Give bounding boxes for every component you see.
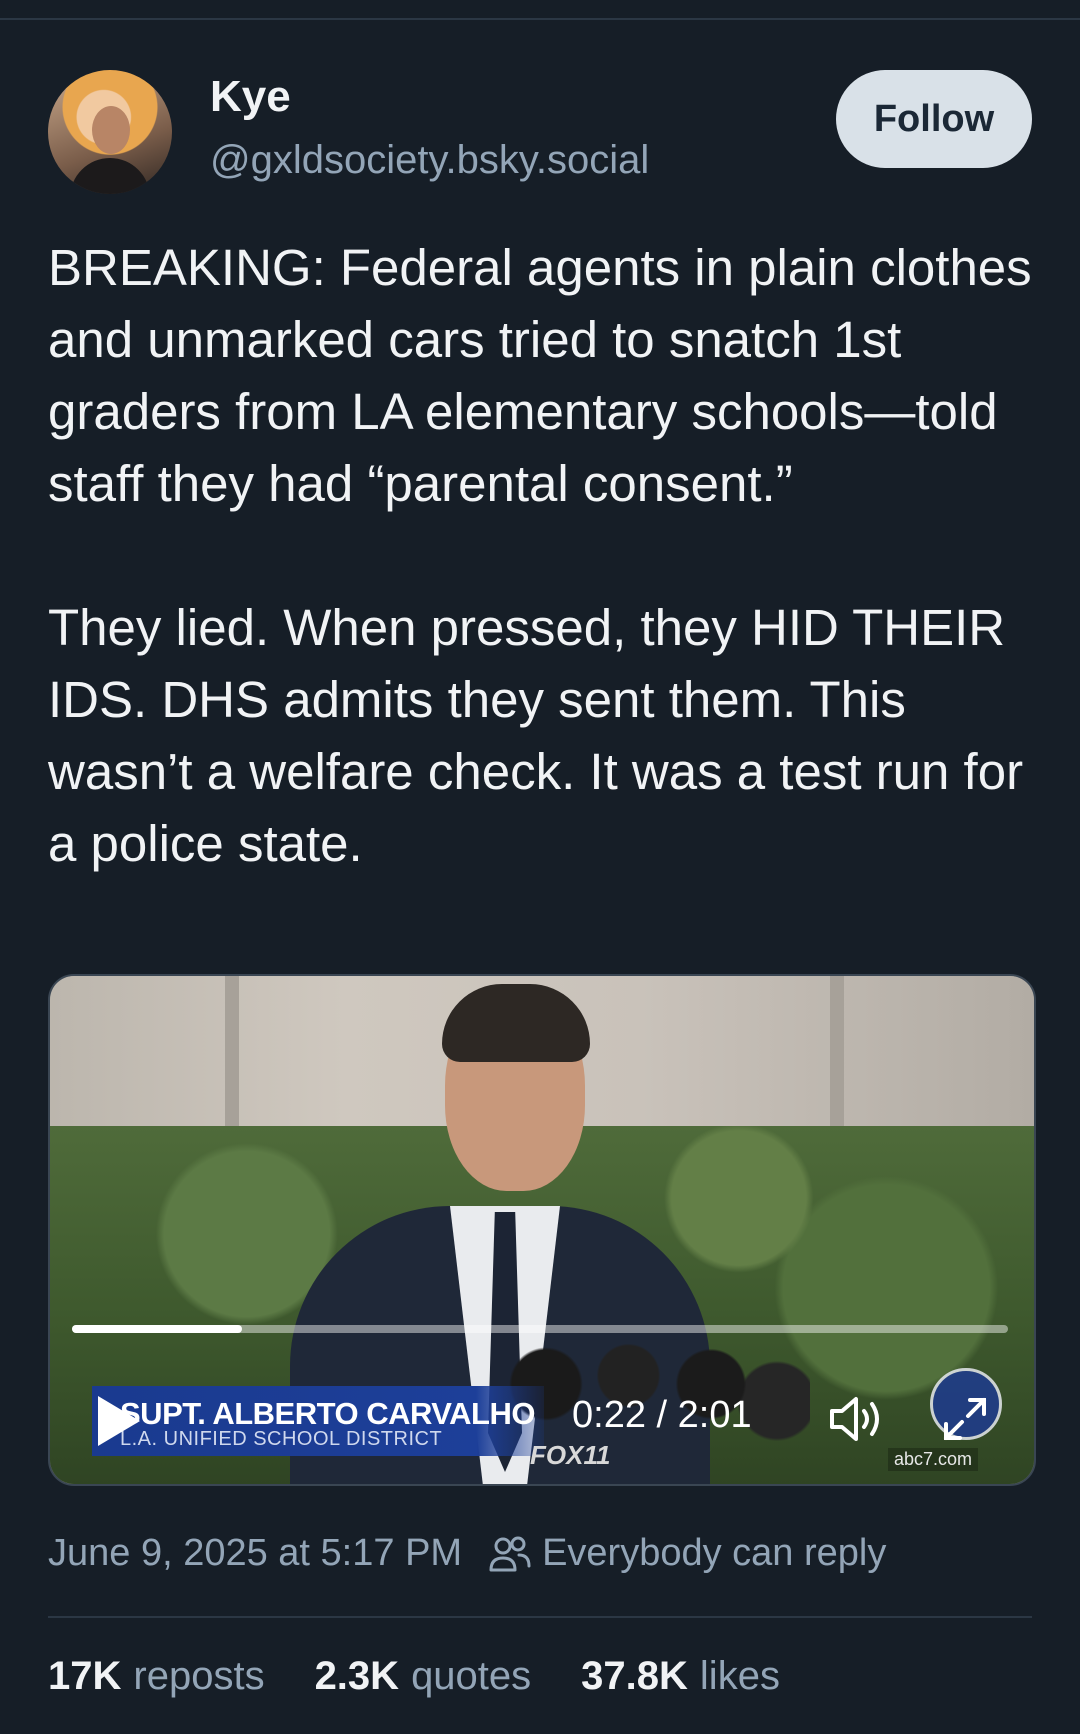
- post-timestamp[interactable]: June 9, 2025 at 5:17 PM: [48, 1532, 462, 1575]
- likes-label: likes: [699, 1654, 780, 1698]
- reposts-stat[interactable]: 17K reposts: [48, 1654, 265, 1699]
- video-lower-third-name: SUPT. ALBERTO CARVALHO: [120, 1396, 536, 1431]
- post-stats: 17K reposts 2.3K quotes 37.8K likes: [48, 1654, 830, 1699]
- top-divider: [0, 18, 1080, 20]
- people-icon: [489, 1536, 531, 1571]
- video-lower-third-org: L.A. UNIFIED SCHOOL DISTRICT: [120, 1428, 443, 1450]
- stats-divider: [48, 1616, 1032, 1618]
- likes-stat[interactable]: 37.8K likes: [581, 1654, 780, 1699]
- likes-count: 37.8K: [581, 1654, 688, 1698]
- volume-icon[interactable]: [828, 1394, 886, 1444]
- video-progress-fill: [72, 1325, 243, 1333]
- avatar-shirt: [70, 158, 150, 194]
- reposts-count: 17K: [48, 1654, 122, 1698]
- reply-setting-label: Everybody can reply: [542, 1532, 887, 1574]
- fullscreen-icon[interactable]: [940, 1394, 990, 1444]
- video-progress-bar[interactable]: [72, 1325, 1008, 1333]
- display-name[interactable]: Kye: [210, 72, 291, 122]
- avatar-face: [92, 106, 130, 154]
- quotes-label: quotes: [411, 1654, 532, 1698]
- reply-setting: Everybody can reply: [488, 1532, 886, 1575]
- post-card: Kye @gxldsociety.bsky.social Follow BREA…: [0, 0, 1080, 1734]
- reposts-label: reposts: [133, 1654, 265, 1698]
- follow-button[interactable]: Follow: [836, 70, 1032, 168]
- quotes-count: 2.3K: [314, 1654, 400, 1698]
- quotes-stat[interactable]: 2.3K quotes: [315, 1654, 532, 1699]
- video-player[interactable]: SUPT. ALBERTO CARVALHO L.A. UNIFIED SCHO…: [48, 974, 1036, 1486]
- video-time: 0:22 / 2:01: [572, 1394, 752, 1436]
- video-station-tag: FOX11: [530, 1440, 611, 1470]
- avatar[interactable]: [48, 70, 172, 194]
- author-handle[interactable]: @gxldsociety.bsky.social: [210, 138, 649, 183]
- post-text: BREAKING: Federal agents in plain clothe…: [48, 239, 1032, 872]
- play-icon[interactable]: [96, 1394, 142, 1448]
- video-watermark: abc7.com: [888, 1448, 979, 1471]
- post-meta: June 9, 2025 at 5:17 PM Everybody can re…: [48, 1532, 886, 1575]
